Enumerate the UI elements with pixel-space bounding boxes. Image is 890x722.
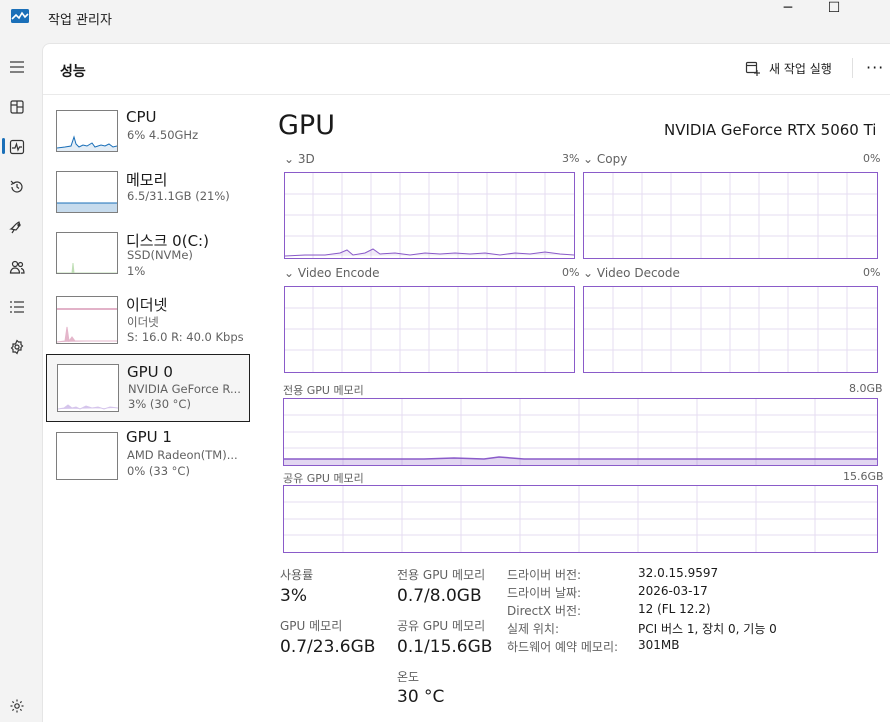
directx-version-label: DirectX 버전: [507,604,582,618]
new-task-button[interactable]: 새 작업 실행 [745,60,832,77]
performance-icon[interactable] [0,133,34,161]
engine-label: Copy [596,152,628,166]
engine-copy-graph [583,172,878,259]
engine-video-encode-selector[interactable]: ⌄ Video Encode [284,266,379,280]
device-detail: S: 16.0 R: 40.0 Kbps [127,330,244,344]
hardware-reserved-memory-label: 하드웨어 예약 메모리: [507,640,619,654]
device-detail: 1% [127,264,146,278]
driver-date-value: 2026-03-17 [638,584,708,598]
temperature-value: 30 °C [397,687,445,707]
shared-memory-label: 공유 GPU 메모리 [397,619,486,633]
processes-icon[interactable] [0,93,34,121]
maximize-button[interactable]: ☐ [811,0,857,16]
app-history-icon[interactable] [0,173,34,201]
physical-location-label: 실제 위치: [507,622,560,636]
engine-pct: 0% [863,152,881,165]
new-task-label: 새 작업 실행 [769,62,832,76]
toolbar-divider [852,58,853,78]
device-detail: 3% (30 °C) [128,397,191,411]
minimize-button[interactable]: ─ [765,0,811,16]
title-bar: 작업 관리자 ─ ☐ [0,0,890,40]
chevron-down-icon: ⌄ [583,266,594,280]
directx-version-value: 12 (FL 12.2) [638,602,711,616]
device-detail: AMD Radeon(TM)... [127,448,238,462]
startup-apps-icon[interactable] [0,213,34,241]
engine-video-encode-graph [284,286,575,373]
shared-memory-graph [283,485,878,553]
device-detail: NVIDIA GeForce R... [128,382,241,396]
utilization-value: 3% [280,586,307,606]
disk-thumbnail-graph [56,232,118,274]
page-title: 성능 [60,64,86,80]
physical-location-value: PCI 버스 1, 장치 0, 기능 0 [638,622,777,636]
users-icon[interactable] [0,253,34,281]
temperature-label: 온도 [397,670,420,684]
engine-3d-selector[interactable]: ⌄ 3D [284,152,315,166]
device-item-memory[interactable]: 메모리 6.5/31.1GB (21%) [46,163,250,229]
shared-memory-graph-label: 공유 GPU 메모리 [283,472,364,485]
device-item-gpu1[interactable]: GPU 1 AMD Radeon(TM)... 0% (33 °C) [46,424,250,490]
engine-label: 3D [297,152,315,166]
dedicated-memory-max: 8.0GB [849,382,883,395]
engine-copy-selector[interactable]: ⌄ Copy [583,152,627,166]
driver-version-value: 32.0.15.9597 [638,566,719,580]
device-detail: SSD(NVMe) [127,248,193,262]
chevron-down-icon: ⌄ [284,152,295,166]
device-detail: 6.5/31.1GB (21%) [127,189,230,203]
cpu-thumbnail-graph [56,110,118,152]
maximize-icon: ☐ [827,0,841,16]
ethernet-thumbnail-graph [56,296,118,344]
device-item-disk[interactable]: 디스크 0(C:) SSD(NVMe) 1% [46,224,250,290]
device-name: 메모리 [126,171,168,189]
dedicated-memory-graph [283,398,878,466]
dedicated-memory-label: 전용 GPU 메모리 [397,568,486,582]
engine-pct: 3% [562,152,580,165]
engine-3d-graph [284,172,575,259]
device-item-cpu[interactable]: CPU 6% 4.50GHz [46,102,250,168]
details-icon[interactable] [0,293,34,321]
engine-video-decode-graph [583,286,878,373]
more-options-button[interactable]: ··· [866,58,884,77]
gpu0-thumbnail-graph [57,364,119,412]
services-icon[interactable] [0,333,34,361]
device-name: 이더넷 [126,296,168,314]
gpu-memory-label: GPU 메모리 [280,619,343,633]
device-name: GPU 0 [127,363,173,381]
header-divider [43,94,890,95]
device-item-gpu0[interactable]: GPU 0 NVIDIA GeForce R... 3% (30 °C) [46,354,250,422]
device-detail: 0% (33 °C) [127,464,190,478]
engine-pct: 0% [562,266,580,279]
device-name: GPU 1 [126,428,172,446]
engine-label: Video Encode [297,266,380,280]
hamburger-icon[interactable] [0,53,34,81]
shared-memory-max: 15.6GB [843,470,884,483]
shared-memory-value: 0.1/15.6GB [397,637,493,657]
gpu-title: GPU [278,110,335,141]
device-name: CPU [126,108,157,126]
window-title: 작업 관리자 [48,13,112,28]
device-item-ethernet[interactable]: 이더넷 이더넷 S: 16.0 R: 40.0 Kbps [46,290,250,356]
memory-thumbnail-graph [56,171,118,213]
more-icon: ··· [866,58,885,77]
driver-date-label: 드라이버 날짜: [507,586,582,600]
engine-label: Video Decode [596,266,680,280]
gpu1-thumbnail-graph [56,432,118,480]
chevron-down-icon: ⌄ [284,266,295,280]
engine-video-decode-selector[interactable]: ⌄ Video Decode [583,266,680,280]
chevron-down-icon: ⌄ [583,152,594,166]
engine-pct: 0% [863,266,881,279]
utilization-label: 사용률 [280,568,314,582]
task-manager-app-icon [11,8,29,23]
minimize-icon: ─ [783,0,793,16]
driver-version-label: 드라이버 버전: [507,568,582,582]
settings-icon[interactable] [0,692,34,720]
device-detail: 이더넷 [127,315,159,329]
dedicated-memory-graph-label: 전용 GPU 메모리 [283,384,364,397]
device-detail: 6% 4.50GHz [127,128,199,142]
gpu-model-name: NVIDIA GeForce RTX 5060 Ti [664,121,877,139]
new-task-icon [745,61,760,76]
gpu-memory-value: 0.7/23.6GB [280,637,376,657]
dedicated-memory-value: 0.7/8.0GB [397,586,482,606]
hardware-reserved-memory-value: 301MB [638,638,680,652]
